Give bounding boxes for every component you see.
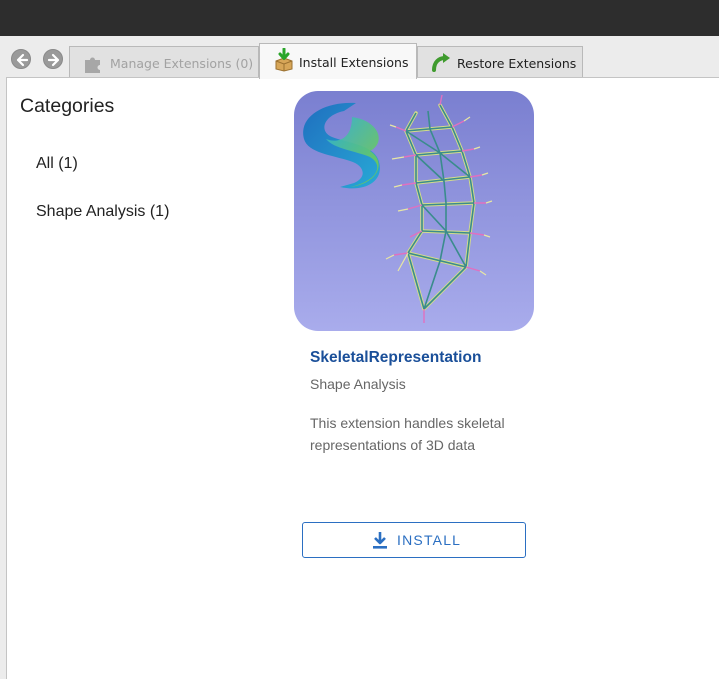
tab-install-extensions[interactable]: Install Extensions	[259, 43, 417, 79]
tab-label: Restore Extensions	[457, 56, 577, 71]
skeletal-mesh-image	[294, 91, 534, 331]
arrow-left-icon	[16, 53, 29, 67]
download-icon	[373, 532, 387, 549]
restore-arrow-icon	[432, 53, 450, 72]
tab-manage-extensions[interactable]: Manage Extensions (0)	[69, 46, 259, 78]
category-all[interactable]: All (1)	[36, 155, 78, 173]
extension-name-link[interactable]: SkeletalRepresentation	[310, 349, 481, 367]
categories-title: Categories	[20, 95, 115, 117]
window-title-bar	[0, 0, 719, 36]
arrow-right-icon	[47, 53, 60, 67]
puzzle-piece-icon	[85, 57, 100, 73]
toolbar: Manage Extensions (0) Install Extensions…	[0, 36, 719, 79]
extension-category: Shape Analysis	[310, 376, 406, 392]
tab-label: Manage Extensions (0)	[110, 56, 254, 71]
install-button[interactable]: INSTALL	[302, 522, 526, 558]
install-label: INSTALL	[397, 532, 462, 548]
package-download-icon	[275, 48, 293, 72]
tab-label: Install Extensions	[299, 55, 409, 70]
extension-description: This extension handles skeletal represen…	[310, 415, 505, 453]
tab-restore-extensions[interactable]: Restore Extensions	[417, 46, 583, 78]
extensions-panel: Categories All (1) Shape Analysis (1) Sk…	[6, 77, 719, 679]
forward-button[interactable]	[43, 49, 63, 69]
back-button[interactable]	[11, 49, 31, 69]
extension-thumbnail[interactable]	[294, 91, 534, 331]
category-shape-analysis[interactable]: Shape Analysis (1)	[36, 203, 169, 221]
